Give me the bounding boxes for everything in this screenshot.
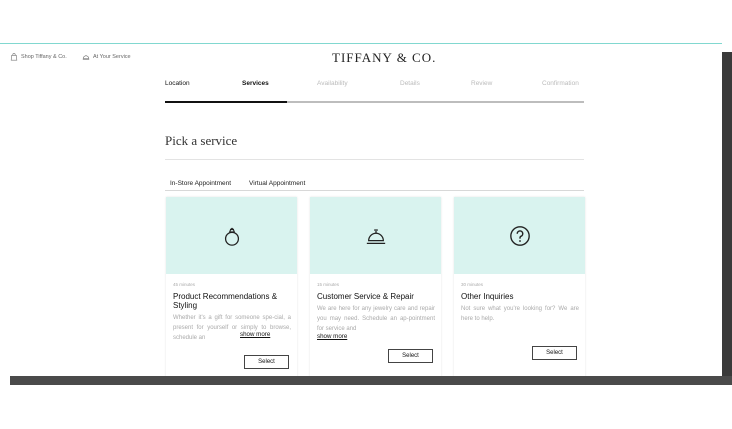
- select-button[interactable]: Select: [244, 355, 289, 369]
- service-description: We are here for any jewelry care and rep…: [317, 306, 435, 332]
- page: Shop Tiffany & Co. At Your Service TIFFA…: [0, 0, 722, 376]
- duration: 15 minutes: [317, 282, 340, 287]
- question-circle-icon: [509, 225, 530, 246]
- at-your-service-link[interactable]: At Your Service: [82, 52, 131, 62]
- step-review[interactable]: Review: [471, 80, 492, 87]
- show-more-link[interactable]: show more: [317, 333, 347, 340]
- step-label: Services: [242, 80, 269, 87]
- concierge-bell-icon: [82, 55, 90, 60]
- service-description: Whether it's a gift for someone spe-cial…: [173, 315, 291, 341]
- tab-virtual[interactable]: Virtual Appointment: [249, 180, 305, 187]
- progress-steps: Location Services Availability Details R…: [165, 80, 584, 104]
- service-card-other-inquiries: 30 minutes Other Inquiries Not sure what…: [454, 197, 585, 376]
- step-confirmation[interactable]: Confirmation: [542, 80, 579, 87]
- window-frame-bottom: [10, 376, 732, 385]
- service-card-product-recommendations: 45 minutes Product Recommendations & Sty…: [166, 197, 297, 376]
- service-title: Product Recommendations & Styling: [173, 292, 278, 310]
- step-services[interactable]: Services: [242, 80, 269, 87]
- shop-link-label: Shop Tiffany & Co.: [21, 54, 67, 60]
- tiffany-logo[interactable]: TIFFANY & CO.: [332, 50, 436, 66]
- tabs-divider: [165, 190, 584, 191]
- step-label: Details: [400, 80, 420, 87]
- progress-fill: [165, 101, 287, 103]
- title-divider: [165, 159, 584, 160]
- step-label: Availability: [317, 80, 348, 87]
- shop-link[interactable]: Shop Tiffany & Co.: [10, 52, 67, 62]
- tab-in-store[interactable]: In-Store Appointment: [170, 180, 231, 187]
- step-details[interactable]: Details: [400, 80, 420, 87]
- step-location[interactable]: Location: [165, 80, 190, 87]
- card-image: [310, 197, 441, 274]
- service-title: Customer Service & Repair: [317, 292, 414, 301]
- step-label: Location: [165, 80, 190, 87]
- accent-line: [0, 43, 722, 44]
- duration: 30 minutes: [461, 282, 484, 287]
- show-more-link[interactable]: show more: [240, 331, 270, 338]
- select-button[interactable]: Select: [532, 346, 577, 360]
- at-your-service-label: At Your Service: [93, 54, 131, 60]
- card-image: [166, 197, 297, 274]
- step-availability[interactable]: Availability: [317, 80, 348, 87]
- browser-viewport: Shop Tiffany & Co. At Your Service TIFFA…: [0, 0, 732, 429]
- shopping-bag-icon: [10, 53, 18, 61]
- appointment-tabs: In-Store Appointment Virtual Appointment: [165, 180, 584, 190]
- window-frame-right: [722, 52, 732, 385]
- page-title: Pick a service: [165, 133, 238, 148]
- ring-icon: [224, 227, 239, 246]
- step-label: Review: [471, 80, 493, 87]
- card-image: [454, 197, 585, 274]
- service-description: Not sure what you're looking for? We are…: [461, 306, 579, 322]
- step-label: Confirmation: [542, 80, 579, 87]
- service-bell-icon: [366, 228, 385, 244]
- select-button[interactable]: Select: [388, 349, 433, 363]
- service-card-customer-service: 15 minutes Customer Service & Repair We …: [310, 197, 441, 376]
- service-title: Other Inquiries: [461, 292, 514, 301]
- duration: 45 minutes: [173, 282, 196, 287]
